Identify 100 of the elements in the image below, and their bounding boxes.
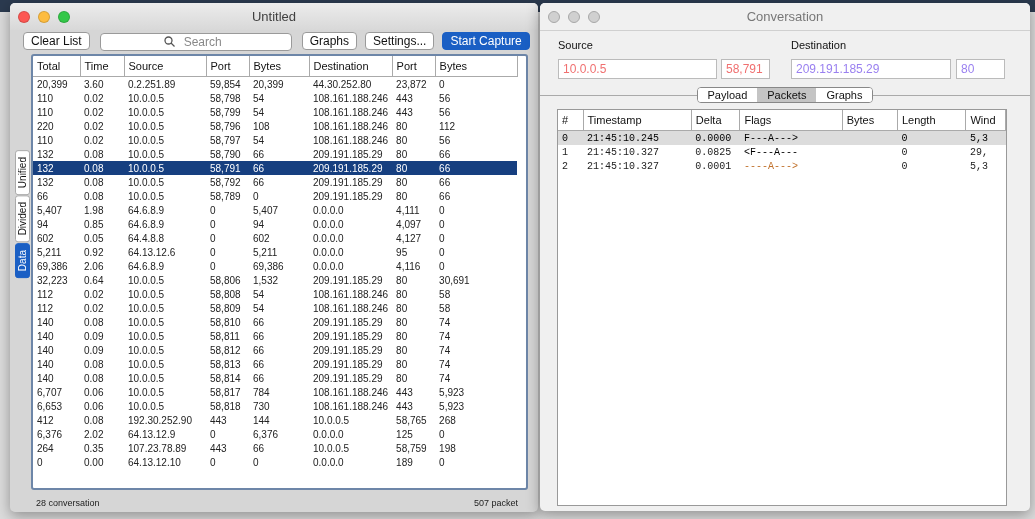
clear-list-button[interactable]: Clear List (23, 31, 90, 50)
table-cell-text: 2.06 (83, 259, 105, 273)
table-cell-text: 56 (438, 91, 452, 105)
column-header[interactable]: Time (80, 56, 124, 77)
table-cell-text: 54 (252, 133, 266, 147)
table-cell-text: 58,818 (209, 399, 242, 413)
column-header[interactable]: Flags (739, 110, 843, 131)
table-cell-text: 412 (36, 413, 55, 427)
column-header[interactable]: Bytes (842, 110, 898, 131)
table-cell-text: 0 (900, 159, 909, 173)
table-cell-text: 107.23.78.89 (127, 441, 188, 455)
table-cell: <F---A--- (739, 145, 843, 159)
table-cell-text: 66 (252, 357, 266, 371)
table-cell-text: 443 (209, 441, 228, 455)
table-cell-text: 1,532 (252, 273, 280, 287)
table-cell-text: 66 (252, 371, 266, 385)
table-cell: 0.08 (80, 175, 124, 189)
column-header[interactable]: Bytes (249, 56, 309, 77)
table-cell-text: 56 (438, 133, 452, 147)
table-cell-text: 443 (395, 385, 414, 399)
column-header[interactable]: Port (206, 56, 249, 77)
settings-button[interactable]: Settings... (365, 31, 435, 50)
table-cell-text: 110 (36, 105, 54, 119)
table-cell-text: 209.191.185.29 (312, 273, 384, 287)
table-cell-text: 4,116 (395, 259, 422, 273)
column-header[interactable]: Port (392, 56, 436, 77)
table-cell-text: 0 (438, 217, 446, 231)
table-cell-text: 110 (36, 91, 54, 105)
view-tab[interactable]: Data (15, 242, 30, 278)
table-cell-text: 80 (395, 357, 409, 371)
table-cell-text: 30,691 (438, 273, 471, 287)
table-cell-text: 110 (36, 133, 54, 147)
table-cell-text: 21:45:10.327 (586, 159, 661, 173)
table-cell-text: 10.0.0.5 (127, 385, 166, 399)
table-cell: 20,399 (33, 76, 80, 91)
table-cell-text: 0.02 (83, 105, 105, 119)
table-cell-text: 0.05 (83, 231, 105, 245)
table-cell-text: 0.0.0.0 (312, 259, 345, 273)
column-header[interactable]: Length (897, 110, 966, 131)
table-cell-text: 58 (438, 301, 452, 315)
graphs-button[interactable]: Graphs (301, 31, 358, 50)
table-cell-text: 0.09 (83, 343, 105, 357)
table-cell-text: 10.0.0.5 (127, 329, 166, 343)
table-cell-text: 0.02 (83, 133, 105, 147)
table-cell: 80 (392, 175, 436, 189)
table-cell: 0 (435, 76, 518, 91)
table-cell-text: 10.0.0.5 (127, 399, 166, 413)
table-cell-text: 0.08 (83, 371, 105, 385)
column-header[interactable]: Delta (691, 110, 740, 131)
table-cell-text: 64.4.8.8 (127, 231, 166, 245)
source-label: Source (558, 39, 594, 51)
table-cell-text: 6,653 (36, 399, 64, 413)
table-cell-text: 125 (395, 427, 414, 441)
table-cell-text: 209.191.185.29 (312, 329, 384, 343)
table-cell: 66 (435, 147, 518, 161)
view-tab[interactable]: Divided (15, 195, 30, 243)
table-cell-text: 2.02 (83, 427, 105, 441)
table-cell-text: 0 (209, 217, 217, 231)
column-header[interactable]: Wind (965, 110, 1006, 131)
start-capture-button[interactable]: Start Capture (442, 31, 530, 50)
table-cell-text: 268 (438, 413, 457, 427)
table-cell-text: 10.0.0.5 (312, 413, 351, 427)
table-cell-text: 64.6.8.9 (127, 259, 166, 273)
table-cell-text: 0.92 (83, 245, 105, 259)
column-header[interactable]: Bytes (435, 56, 518, 77)
packet-count: 507 packet (473, 498, 518, 510)
table-cell-text: 209.191.185.29 (312, 357, 384, 371)
table-cell: 21:45:10.327 (583, 145, 692, 159)
table-cell-text: 192.30.252.90 (127, 413, 193, 427)
table-cell-text: 0 (438, 455, 446, 469)
table-cell: 59,854 (206, 76, 249, 91)
table-cell-text: 64.13.12.6 (127, 245, 177, 259)
table-cell: 66 (435, 175, 518, 189)
column-header[interactable]: Timestamp (583, 110, 692, 131)
table-cell-text: 58,808 (209, 287, 242, 301)
column-header[interactable]: Total (33, 56, 80, 77)
table-cell: 10.0.0.5 (124, 147, 206, 161)
table-cell-text: 74 (438, 329, 452, 343)
table-cell-text: 58 (438, 287, 452, 301)
table-cell-text: 443 (395, 91, 414, 105)
table-cell-text: 0 (438, 259, 446, 273)
search-field[interactable]: Search (99, 32, 292, 51)
table-cell-text: 58,798 (209, 91, 242, 105)
table-cell-text: 0.0.0.0 (312, 217, 345, 231)
table-cell: 58,791 (206, 161, 249, 175)
table-cell-text: 140 (36, 357, 55, 371)
column-header[interactable]: Destination (309, 56, 393, 77)
table-cell: 80 (392, 147, 436, 161)
table-cell-text: 112 (36, 301, 54, 315)
table-cell-text: 80 (395, 119, 409, 133)
table-cell: 0.0825 (691, 145, 740, 159)
table-cell-text: 0 (438, 231, 446, 245)
column-header[interactable]: Source (124, 56, 206, 77)
column-header[interactable]: # (558, 110, 583, 131)
table-cell-text: ----A---> (742, 159, 799, 173)
view-tab[interactable]: Unified (15, 150, 30, 196)
table-cell-text: 0.02 (83, 91, 105, 105)
table-cell-text: 58,806 (209, 273, 242, 287)
table-cell-text: 602 (36, 231, 55, 245)
table-cell-text: 58,813 (209, 357, 242, 371)
